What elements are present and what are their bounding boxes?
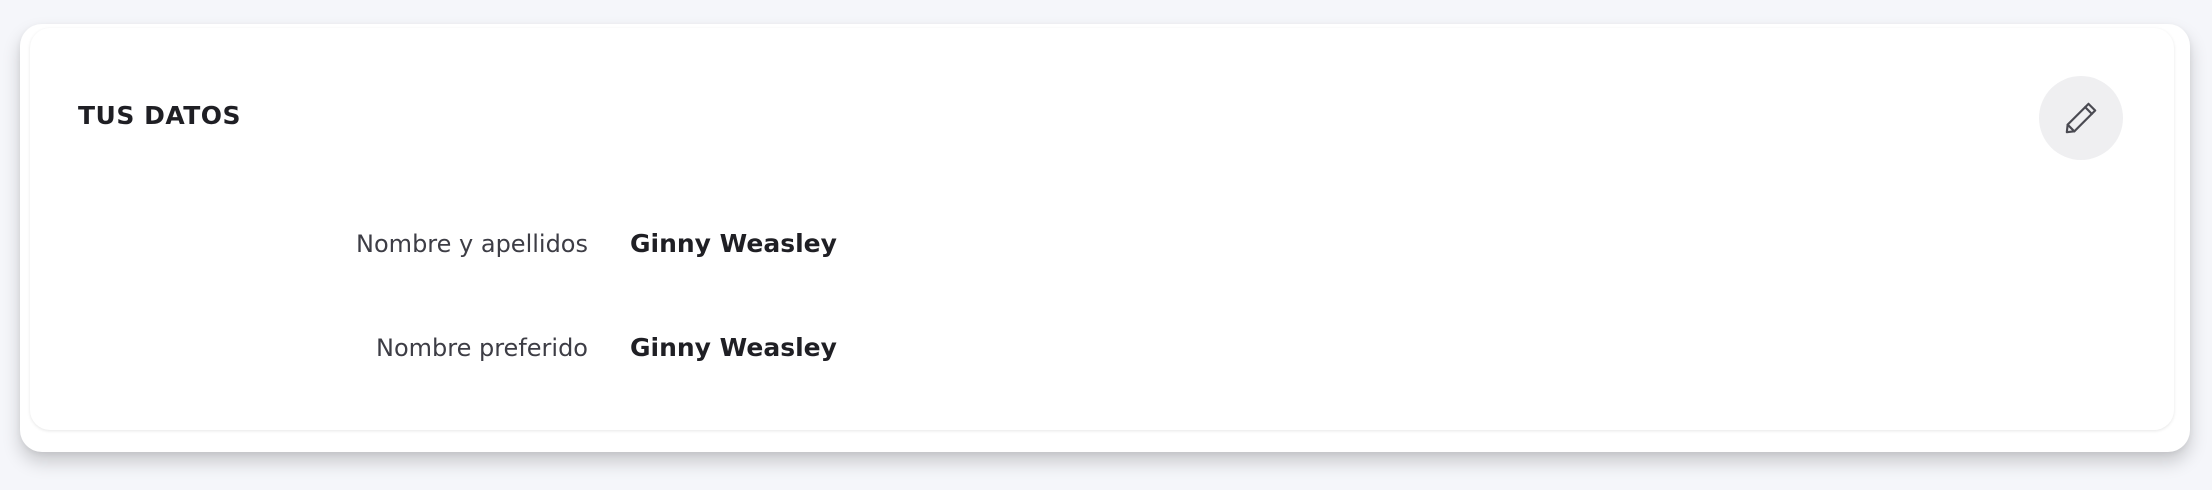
page: TUS DATOS Nombre y apellidos Ginny Weasl… xyxy=(0,0,2212,490)
card-title: TUS DATOS xyxy=(78,101,242,130)
field-row-full-name: Nombre y apellidos Ginny Weasley xyxy=(30,224,2174,264)
field-label-preferred-name: Nombre preferido xyxy=(376,334,588,362)
field-value-preferred-name: Ginny Weasley xyxy=(630,333,837,362)
pencil-icon xyxy=(2065,102,2097,134)
edit-button[interactable] xyxy=(2039,76,2123,160)
personal-data-card: TUS DATOS Nombre y apellidos Ginny Weasl… xyxy=(30,28,2174,430)
field-row-preferred-name: Nombre preferido Ginny Weasley xyxy=(30,328,2174,368)
field-label-full-name: Nombre y apellidos xyxy=(356,230,588,258)
field-value-full-name: Ginny Weasley xyxy=(630,229,837,258)
